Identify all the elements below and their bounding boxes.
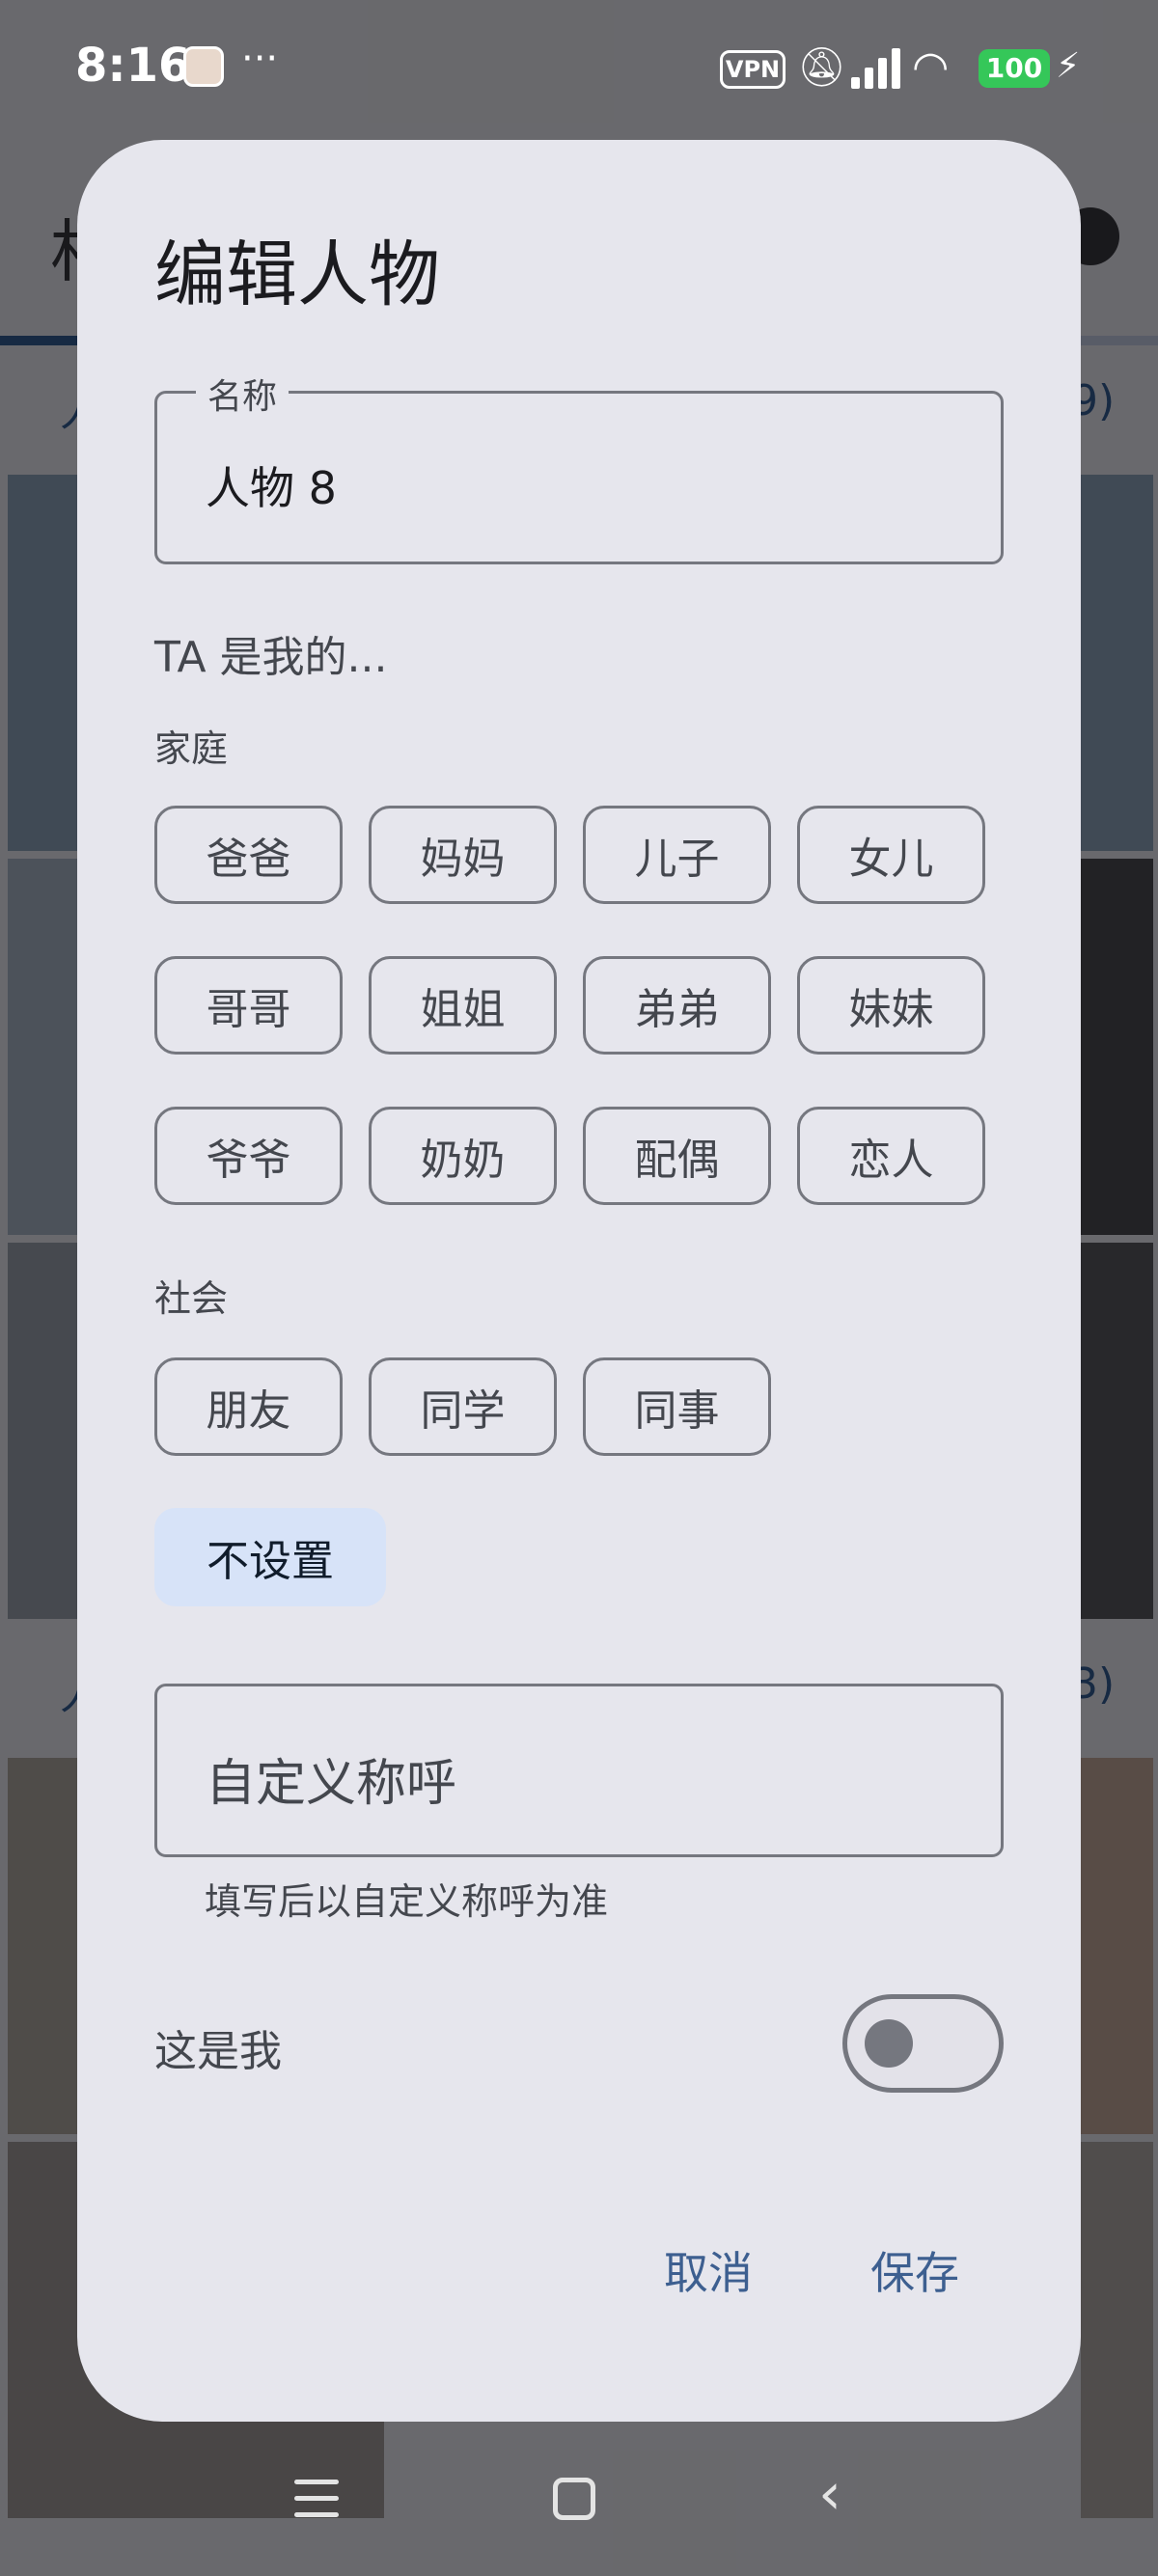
- custom-title-helper: 填写后以自定义称呼为准: [205, 1880, 609, 1923]
- chip-lover[interactable]: 恋人: [797, 1107, 985, 1205]
- status-bar: 8:16 ··· VPN 🔕︎ ◠ 100 ⚡︎: [0, 0, 1158, 140]
- custom-title-placeholder: 自定义称呼: [206, 1755, 457, 1813]
- chip-younger-sister[interactable]: 妹妹: [797, 956, 985, 1055]
- chip-daughter[interactable]: 女儿: [797, 806, 985, 904]
- battery-icon: 100: [979, 49, 1050, 88]
- chip-friend[interactable]: 朋友: [154, 1357, 343, 1456]
- system-nav-bar: ‹: [0, 2451, 1158, 2557]
- dialog-title: 编辑人物: [154, 233, 440, 316]
- social-group-label: 社会: [154, 1277, 229, 1320]
- chip-son[interactable]: 儿子: [583, 806, 771, 904]
- chip-spouse[interactable]: 配偶: [583, 1107, 771, 1205]
- vpn-icon: VPN: [720, 50, 786, 89]
- chip-grandfather[interactable]: 爷爷: [154, 1107, 343, 1205]
- chip-classmate[interactable]: 同学: [369, 1357, 557, 1456]
- home-icon[interactable]: [553, 2478, 595, 2520]
- custom-title-field[interactable]: 自定义称呼: [154, 1684, 1004, 1857]
- wifi-icon: ◠: [912, 42, 950, 92]
- chip-grandmother[interactable]: 奶奶: [369, 1107, 557, 1205]
- chip-mother[interactable]: 妈妈: [369, 806, 557, 904]
- notification-avatar-icon: [183, 46, 224, 87]
- chip-older-brother[interactable]: 哥哥: [154, 956, 343, 1055]
- chip-not-set[interactable]: 不设置: [154, 1508, 386, 1606]
- name-field-label: 名称: [196, 369, 290, 419]
- bell-muted-icon: 🔕︎: [797, 45, 846, 90]
- chip-colleague[interactable]: 同事: [583, 1357, 771, 1456]
- family-group-label: 家庭: [154, 727, 229, 770]
- name-field-value: 人物 8: [206, 462, 337, 514]
- back-icon[interactable]: ‹: [818, 2460, 841, 2528]
- relationship-question: TA 是我的...: [154, 633, 388, 682]
- cancel-button[interactable]: 取消: [664, 2238, 753, 2302]
- chip-father[interactable]: 爸爸: [154, 806, 343, 904]
- is-me-label: 这是我: [154, 2027, 282, 2076]
- save-button[interactable]: 保存: [870, 2238, 959, 2302]
- menu-icon[interactable]: [294, 2480, 339, 2518]
- chip-older-sister[interactable]: 姐姐: [369, 956, 557, 1055]
- more-notifications-icon: ···: [241, 37, 279, 81]
- signal-icon: [851, 48, 901, 89]
- clock: 8:16: [75, 39, 191, 93]
- switch-knob: [865, 2019, 913, 2068]
- is-me-switch[interactable]: [842, 1994, 1004, 2093]
- edit-person-dialog: 编辑人物 名称 人物 8 TA 是我的... 家庭 爸爸 妈妈 儿子 女儿 哥哥…: [77, 140, 1081, 2422]
- chip-younger-brother[interactable]: 弟弟: [583, 956, 771, 1055]
- name-field[interactable]: 名称 人物 8: [154, 369, 1004, 564]
- charging-icon: ⚡︎: [1056, 46, 1081, 86]
